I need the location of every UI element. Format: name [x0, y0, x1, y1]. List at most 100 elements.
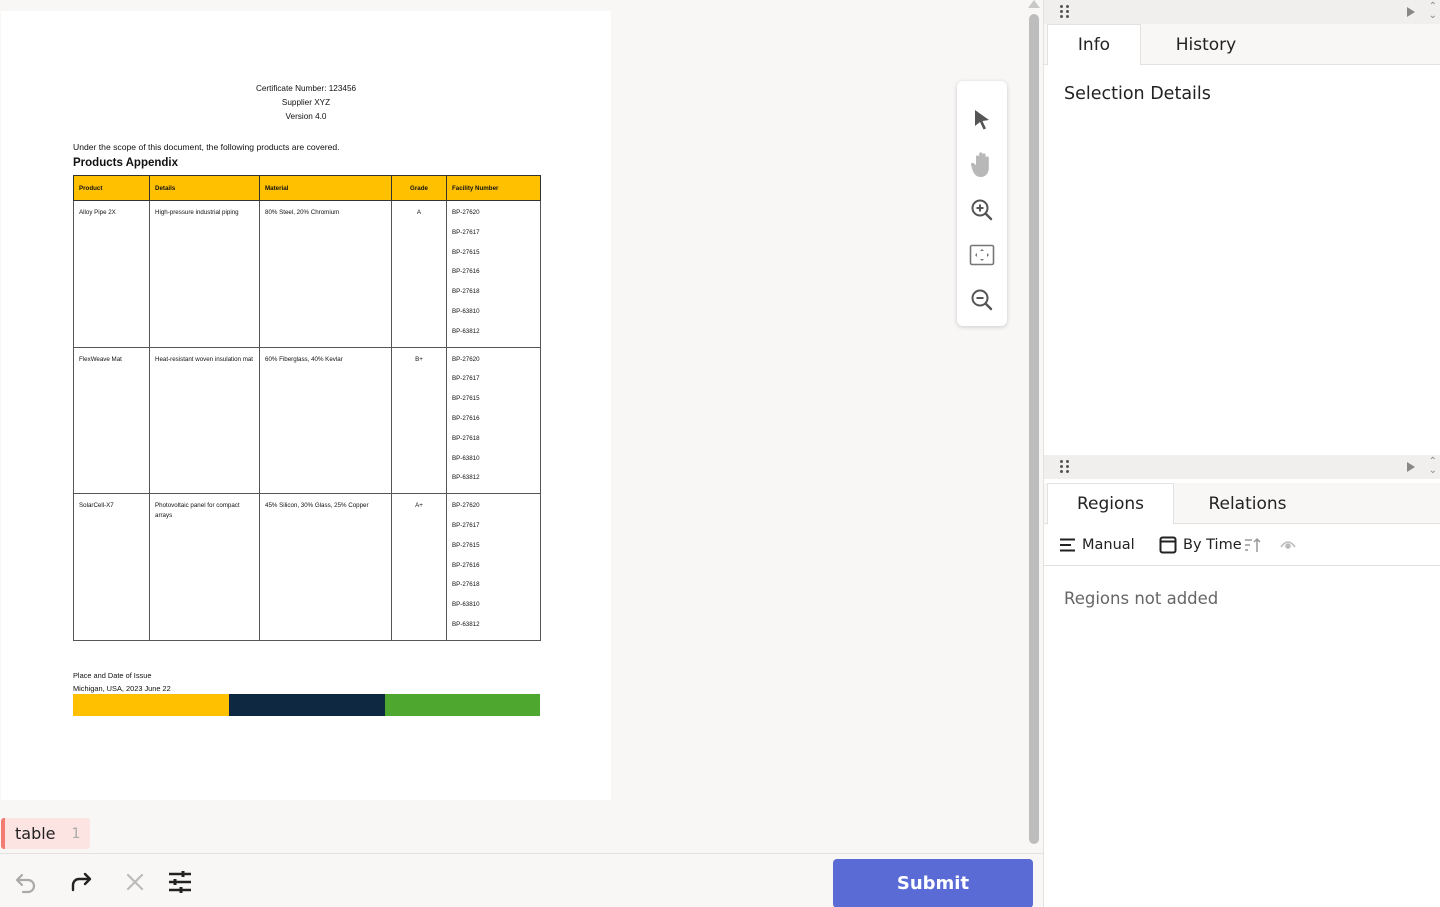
- certificate-number: Certificate Number: 123456: [255, 84, 357, 93]
- side-panel: ⌃ ⌄ Info History Selection Details ⌃ ⌄ Reg…: [1043, 0, 1440, 907]
- cell-details: Photovoltaic panel for compact arrays: [149, 493, 260, 641]
- collapse-icon[interactable]: ⌃ ⌄: [1429, 2, 1437, 21]
- expand-play-icon[interactable]: [1407, 7, 1415, 17]
- facility-number: BP-27615: [452, 395, 480, 403]
- table-row: FlexWeave Mat Heat-resistant woven insula…: [73, 346, 541, 495]
- facility-number: BP-27615: [452, 248, 480, 256]
- sliders-icon[interactable]: [167, 869, 193, 895]
- sort-ascending-icon: [1244, 537, 1261, 552]
- cell-product: SolarCell-X7: [73, 493, 150, 641]
- annotation-workspace: Certificate Number: 123456 Supplier XYZ …: [0, 0, 1043, 907]
- facility-number: BP-27618: [452, 581, 480, 589]
- facility-number: BP-27617: [452, 228, 480, 236]
- facility-number: BP-27620: [452, 502, 480, 510]
- submit-button[interactable]: Submit: [833, 859, 1033, 907]
- scroll-up-icon[interactable]: [1028, 0, 1040, 8]
- tab-history[interactable]: History: [1141, 24, 1271, 65]
- cell-facility-numbers: BP-27620 BP-27617 BP-27615 BP-27616 BP-27618…: [446, 200, 541, 348]
- scope-text: Under the scope of this document, the fo…: [73, 142, 340, 152]
- facility-number: BP-27620: [452, 355, 480, 363]
- regions-filter-bar: Manual By Time: [1044, 525, 1440, 566]
- info-tabs: Info History: [1044, 24, 1440, 66]
- cell-material: 80% Steel, 20% Chromium: [259, 200, 392, 348]
- table-header-row: Product Details Material Grade Facility …: [73, 175, 541, 201]
- certificate-header: Certificate Number: 123456 Supplier XYZ …: [1, 82, 611, 124]
- manual-label: Manual: [1082, 537, 1135, 553]
- facility-number: BP-27618: [452, 434, 480, 442]
- expand-play-icon[interactable]: [1407, 462, 1415, 472]
- cell-material: 60% Fiberglass, 40% Kevlar: [259, 346, 392, 495]
- tab-relations[interactable]: Relations: [1174, 483, 1321, 524]
- bottom-toolbar: Submit: [0, 853, 1043, 907]
- undo-icon[interactable]: [13, 869, 39, 895]
- zoom-in-icon[interactable]: [967, 195, 997, 225]
- document-page[interactable]: Certificate Number: 123456 Supplier XYZ …: [1, 11, 611, 800]
- tab-info[interactable]: Info: [1047, 24, 1141, 66]
- issue-label: Place and Date of Issue: [73, 671, 152, 680]
- pan-hand-icon[interactable]: [967, 150, 997, 180]
- facility-number: BP-63810: [452, 454, 480, 462]
- cell-material: 45% Silicon, 30% Glass, 25% Copper: [259, 493, 392, 641]
- facility-number: BP-27616: [452, 414, 480, 422]
- facility-number: BP-27617: [452, 375, 480, 383]
- drag-handle-icon[interactable]: [1060, 460, 1070, 474]
- select-arrow-icon[interactable]: [967, 105, 997, 135]
- facility-number: BP-27616: [452, 561, 480, 569]
- products-table[interactable]: Product Details Material Grade Facility …: [73, 175, 541, 641]
- zoom-out-icon[interactable]: [967, 285, 997, 315]
- cell-grade: A: [391, 200, 447, 348]
- facility-number: BP-63812: [452, 620, 480, 628]
- document-version: Version 4.0: [285, 112, 327, 121]
- supplier-name: Supplier XYZ: [281, 98, 331, 107]
- facility-number: BP-63810: [452, 601, 480, 609]
- regions-pane-header[interactable]: ⌃ ⌄: [1044, 455, 1440, 479]
- facility-number: BP-27620: [452, 209, 480, 216]
- facility-number: BP-63812: [452, 474, 480, 482]
- regions-empty-message: Regions not added: [1064, 589, 1219, 608]
- visibility-eye-icon[interactable]: [1280, 538, 1296, 556]
- color-bar-segment: [229, 694, 385, 716]
- drag-handle-icon[interactable]: [1060, 5, 1070, 19]
- cell-details: Heat-resistant woven insulation mat: [149, 346, 260, 495]
- canvas-tools: [957, 81, 1007, 326]
- scrollbar-thumb[interactable]: [1029, 14, 1039, 844]
- header-grade: Grade: [391, 175, 447, 201]
- table-row: SolarCell-X7 Photovoltaic panel for compa…: [73, 493, 541, 641]
- appendix-title: Products Appendix: [73, 157, 178, 169]
- manual-order-toggle[interactable]: Manual: [1060, 537, 1135, 553]
- tab-regions[interactable]: Regions: [1047, 483, 1174, 525]
- by-time-label: By Time: [1183, 537, 1242, 553]
- header-facility-number: Facility Number: [446, 175, 541, 201]
- calendar-icon: [1159, 536, 1177, 554]
- header-product: Product: [73, 175, 150, 201]
- redo-icon[interactable]: [68, 869, 94, 895]
- list-order-icon: [1060, 538, 1075, 552]
- facility-number: BP-27618: [452, 288, 480, 296]
- fit-screen-icon[interactable]: [967, 240, 997, 270]
- table-row: Alloy Pipe 2X High-pressure industrial pi…: [73, 200, 541, 348]
- cell-grade: A+: [391, 493, 447, 641]
- vertical-scrollbar[interactable]: [1027, 0, 1041, 852]
- cell-facility-numbers: BP-27620 BP-27617 BP-27615 BP-27616 BP-27618…: [446, 346, 541, 495]
- cell-product: Alloy Pipe 2X: [73, 200, 150, 348]
- by-time-order-toggle[interactable]: By Time: [1159, 536, 1262, 554]
- issue-info: Place and Date of Issue Michigan, USA, 2…: [73, 669, 171, 695]
- facility-number: BP-27616: [452, 268, 480, 276]
- facility-number: BP-63810: [452, 307, 480, 315]
- region-label-name: table: [15, 824, 56, 843]
- selection-details-title: Selection Details: [1064, 84, 1211, 104]
- cell-grade: B+: [391, 346, 447, 495]
- cell-product: FlexWeave Mat: [73, 346, 150, 495]
- region-label-chip[interactable]: table 1: [1, 818, 90, 849]
- collapse-icon[interactable]: ⌃ ⌄: [1429, 457, 1437, 476]
- header-details: Details: [149, 175, 260, 201]
- cell-details: High-pressure industrial piping: [149, 200, 260, 348]
- color-bar-segment: [73, 694, 229, 716]
- info-pane-header[interactable]: ⌃ ⌄: [1044, 0, 1440, 24]
- region-label-count: 1: [71, 825, 81, 842]
- color-bar-segment: [385, 694, 540, 716]
- header-material: Material: [259, 175, 392, 201]
- regions-tabs: Regions Relations: [1044, 483, 1440, 525]
- close-icon[interactable]: [122, 869, 148, 895]
- facility-number: BP-27617: [452, 521, 480, 529]
